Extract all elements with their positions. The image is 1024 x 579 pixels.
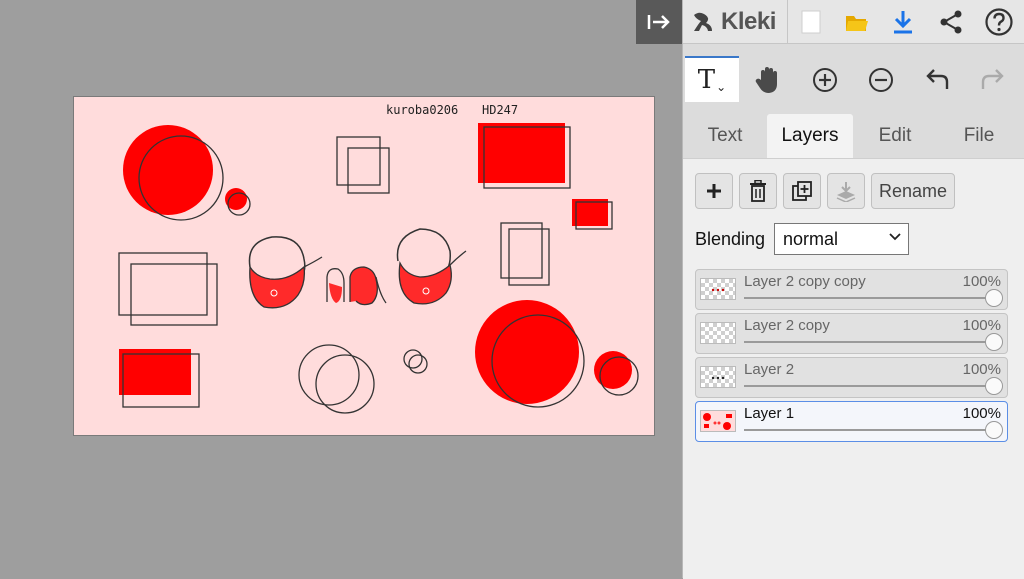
new-document-button[interactable] bbox=[793, 4, 829, 40]
layer-name: Layer 2 copy copy bbox=[744, 273, 866, 290]
download-icon bbox=[894, 11, 912, 34]
hand-tool-button[interactable] bbox=[745, 58, 789, 102]
chevron-down-icon bbox=[889, 233, 901, 241]
zoom-out-icon bbox=[869, 68, 893, 92]
zoom-in-icon bbox=[813, 68, 837, 92]
delete-layer-button[interactable] bbox=[739, 173, 777, 209]
opacity-slider-handle[interactable] bbox=[985, 421, 1003, 439]
share-icon bbox=[940, 10, 962, 34]
redo-button[interactable] bbox=[971, 58, 1015, 102]
layers-panel: Rename Blending normal Layer 2 copy copy… bbox=[683, 158, 1024, 579]
blending-select[interactable]: normal bbox=[774, 223, 909, 255]
outline-circle bbox=[403, 349, 423, 369]
red-circle bbox=[475, 300, 579, 404]
save-button[interactable] bbox=[885, 4, 921, 40]
help-button[interactable] bbox=[981, 4, 1017, 40]
opacity-slider-handle[interactable] bbox=[985, 333, 1003, 351]
layer-opacity: 100% bbox=[962, 361, 1001, 378]
tab-text[interactable]: Text bbox=[691, 114, 759, 158]
top-toolbar: Kleki bbox=[683, 0, 1024, 44]
merge-down-icon bbox=[836, 182, 856, 202]
opacity-slider-track bbox=[744, 297, 993, 299]
kleki-logo-icon bbox=[694, 12, 712, 31]
opacity-slider-track bbox=[744, 385, 993, 387]
red-rectangle bbox=[478, 123, 565, 183]
tab-edit[interactable]: Edit bbox=[861, 114, 929, 158]
outline-square bbox=[336, 136, 381, 186]
app-name: Kleki bbox=[721, 8, 776, 35]
canvas-artwork bbox=[118, 123, 639, 414]
opacity-slider-track bbox=[744, 341, 993, 343]
text-tool-button[interactable]: T ⌄ bbox=[685, 56, 739, 102]
layer-opacity: 100% bbox=[962, 317, 1001, 334]
opacity-slider-handle[interactable] bbox=[985, 377, 1003, 395]
tool-row: T ⌄ bbox=[683, 54, 1024, 102]
undo-icon bbox=[926, 69, 949, 89]
panel-tabs: Text Layers Edit File bbox=[683, 114, 1024, 158]
zoom-out-button[interactable] bbox=[859, 58, 903, 102]
layer-name: Layer 2 copy bbox=[744, 317, 830, 334]
outline-circle bbox=[408, 354, 428, 374]
outline-rectangle bbox=[118, 252, 208, 316]
duplicate-icon bbox=[792, 181, 812, 201]
layer-item[interactable]: Layer 2 copy copy 100% bbox=[695, 269, 1008, 310]
collapse-right-icon bbox=[647, 15, 670, 29]
outline-rectangle bbox=[500, 222, 543, 279]
red-rectangle bbox=[119, 349, 191, 395]
collapse-panel-button[interactable] bbox=[636, 0, 682, 44]
layer-item[interactable]: Layer 2 copy 100% bbox=[695, 313, 1008, 354]
add-layer-button[interactable] bbox=[695, 173, 733, 209]
outline-rectangle bbox=[130, 263, 218, 326]
layer-opacity: 100% bbox=[962, 273, 1001, 290]
canvas-workspace[interactable]: kuroba0206 HD247 bbox=[0, 0, 682, 578]
tab-file[interactable]: File bbox=[945, 114, 1013, 158]
share-button[interactable] bbox=[933, 4, 969, 40]
tab-layers[interactable]: Layers bbox=[767, 114, 853, 158]
app-brand[interactable]: Kleki bbox=[691, 6, 776, 38]
layer-item-active[interactable]: Layer 1 100% bbox=[695, 401, 1008, 442]
toolbar-divider bbox=[787, 0, 788, 44]
redo-icon bbox=[981, 69, 1004, 89]
folder-icon bbox=[846, 16, 868, 31]
new-document-icon bbox=[801, 10, 821, 34]
undo-button[interactable] bbox=[915, 58, 959, 102]
zoom-in-button[interactable] bbox=[803, 58, 847, 102]
layer-thumbnail bbox=[700, 366, 736, 388]
blending-value: normal bbox=[783, 228, 839, 249]
blending-label: Blending bbox=[695, 229, 766, 249]
text-tool-icon: T bbox=[697, 65, 716, 95]
outline-circle bbox=[315, 354, 375, 414]
outline-circle bbox=[298, 344, 360, 406]
layer-thumbnail bbox=[700, 278, 736, 300]
hand-icon bbox=[755, 67, 777, 93]
help-icon bbox=[985, 8, 1013, 36]
layer-thumbnail bbox=[700, 410, 736, 432]
layer-thumbnail bbox=[700, 322, 736, 344]
open-file-button[interactable] bbox=[839, 4, 875, 40]
side-panel: Kleki T ⌄ Text Layers Edit File Rename B… bbox=[682, 0, 1024, 579]
layer-name: Layer 1 bbox=[744, 405, 795, 422]
red-circle bbox=[594, 351, 632, 389]
drawing-canvas[interactable]: kuroba0206 HD247 bbox=[73, 96, 655, 436]
opacity-slider-track bbox=[744, 429, 993, 431]
duplicate-layer-button[interactable] bbox=[783, 173, 821, 209]
owo-doodle bbox=[248, 228, 467, 309]
layer-opacity: 100% bbox=[962, 405, 1001, 422]
layer-item[interactable]: Layer 2 100% bbox=[695, 357, 1008, 398]
red-rectangle bbox=[572, 199, 608, 226]
plus-icon bbox=[707, 184, 721, 198]
opacity-slider-handle[interactable] bbox=[985, 289, 1003, 307]
outline-rectangle bbox=[508, 228, 550, 286]
rename-layer-button[interactable]: Rename bbox=[871, 173, 955, 209]
merge-down-button[interactable] bbox=[827, 173, 865, 209]
outline-square bbox=[347, 147, 390, 194]
layer-name: Layer 2 bbox=[744, 361, 795, 378]
chevron-down-icon: ⌄ bbox=[716, 80, 727, 94]
trash-icon bbox=[750, 180, 766, 202]
